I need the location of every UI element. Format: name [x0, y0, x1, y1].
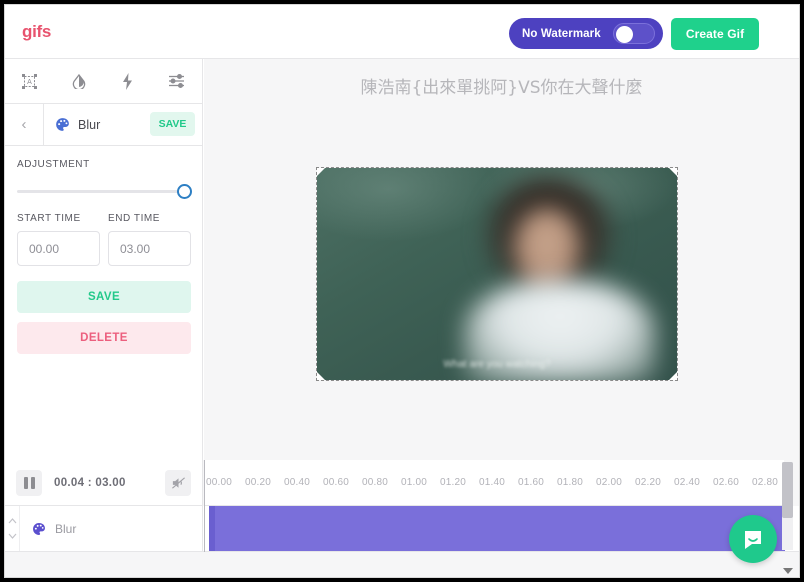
timeline-scrollbar-thumb[interactable]	[782, 462, 793, 518]
selection-handle-top-right[interactable]	[669, 168, 677, 176]
effect-settings-panel: ADJUSTMENT START TIME END TIME SAVE DELE…	[5, 146, 203, 354]
transport-controls: 00.04 : 03.00	[5, 460, 203, 506]
playhead[interactable]	[204, 460, 205, 552]
time-inputs-row	[17, 231, 191, 266]
gif-editor-app: gifs No Watermark Create Gif A ‹ Blur SA…	[4, 4, 800, 578]
delete-effect-button[interactable]: DELETE	[17, 322, 191, 354]
timeline-ruler[interactable]: 00.00 00.20 00.40 00.60 00.80 01.00 01.2…	[204, 460, 784, 506]
tool-row: A	[5, 59, 203, 104]
adjustment-slider-knob[interactable]	[177, 184, 192, 199]
ruler-tick: 01.40	[479, 477, 506, 488]
editor-sidebar: A ‹ Blur SAVE ADJUSTMENT START TIME END …	[5, 59, 203, 460]
pause-bar-right	[30, 476, 35, 489]
video-caption: What are you watching?	[443, 359, 551, 370]
blur-clip[interactable]	[209, 506, 785, 551]
selection-handle-bottom-right[interactable]	[669, 372, 677, 380]
preview-area: 陳浩南{出來單挑阿}VS你在大聲什麼 What are you watching…	[204, 59, 799, 460]
no-watermark-label: No Watermark	[522, 27, 601, 40]
time-readout: 00.04 : 03.00	[54, 476, 126, 489]
ruler-tick: 02.60	[713, 477, 740, 488]
track-reorder-controls	[5, 506, 20, 551]
ruler-tick: 00.40	[284, 477, 311, 488]
app-logo[interactable]: gifs	[22, 22, 51, 42]
pause-bar-left	[23, 476, 28, 489]
video-preview[interactable]: What are you watching?	[317, 168, 677, 380]
end-time-label: END TIME	[108, 213, 160, 224]
timeline-scrollbar[interactable]	[782, 462, 793, 550]
svg-text:A: A	[27, 79, 32, 86]
ruler-tick: 02.20	[635, 477, 662, 488]
ruler-tick: 00.80	[362, 477, 389, 488]
chalkboard-highlight-left	[317, 168, 497, 243]
adjustment-slider-track	[17, 190, 191, 193]
ruler-tick: 00.60	[323, 477, 350, 488]
adjustment-slider[interactable]	[17, 182, 192, 200]
timeline-track-row: Blur	[5, 506, 799, 552]
adjustment-label: ADJUSTMENT	[17, 159, 90, 170]
chat-bubble-icon[interactable]	[729, 515, 777, 563]
video-stage[interactable]: What are you watching?	[316, 167, 678, 381]
selection-handle-bottom-left[interactable]	[317, 372, 325, 380]
start-time-label: START TIME	[17, 213, 81, 224]
ruler-tick: 00.00	[206, 477, 233, 488]
ruler-tick: 01.00	[401, 477, 428, 488]
ruler-tick: 00.20	[245, 477, 272, 488]
effect-header-row: ‹ Blur SAVE	[5, 104, 203, 146]
clip-left-handle[interactable]	[209, 506, 215, 551]
ruler-tick: 02.80	[752, 477, 779, 488]
chevron-up-icon[interactable]	[8, 518, 17, 524]
ruler-tick: 02.40	[674, 477, 701, 488]
text-box-icon[interactable]: A	[5, 59, 54, 103]
watermark-toggle-track[interactable]	[613, 23, 655, 44]
lightning-icon[interactable]	[103, 59, 152, 103]
droplet-icon[interactable]	[54, 59, 103, 103]
pause-icon[interactable]	[16, 469, 42, 496]
end-time-input[interactable]	[108, 231, 191, 266]
chevron-down-icon[interactable]	[8, 533, 17, 539]
chevron-left-icon[interactable]: ‹	[5, 104, 44, 145]
selection-handle-top-left[interactable]	[317, 168, 325, 176]
track-header-blur[interactable]: Blur	[21, 506, 203, 551]
time-labels-row: START TIME END TIME	[17, 213, 191, 224]
palette-icon	[55, 117, 70, 132]
watermark-toggle-knob	[616, 26, 633, 43]
palette-icon	[32, 522, 46, 536]
ruler-tick: 01.80	[557, 477, 584, 488]
page-scroll-down-arrow[interactable]	[783, 568, 793, 574]
track-label: Blur	[55, 521, 77, 536]
ruler-tick: 01.60	[518, 477, 545, 488]
effect-save-chip-button[interactable]: SAVE	[150, 112, 195, 136]
app-header: gifs No Watermark Create Gif	[5, 5, 799, 59]
speaker-muted-icon[interactable]	[165, 470, 191, 496]
sliders-icon[interactable]	[152, 59, 201, 103]
ruler-tick: 01.20	[440, 477, 467, 488]
timeline-section: 00.04 : 03.00 00.00 00.20 00.40 00.60 00…	[5, 460, 799, 577]
start-time-input[interactable]	[17, 231, 100, 266]
create-gif-button[interactable]: Create Gif	[671, 18, 759, 50]
video-title: 陳浩南{出來單挑阿}VS你在大聲什麼	[360, 78, 643, 98]
save-effect-button[interactable]: SAVE	[17, 281, 191, 313]
ruler-tick: 02.00	[596, 477, 623, 488]
no-watermark-toggle[interactable]: No Watermark	[509, 18, 663, 49]
subject-face-blurred	[513, 208, 581, 288]
effect-name-label: Blur	[78, 117, 101, 132]
